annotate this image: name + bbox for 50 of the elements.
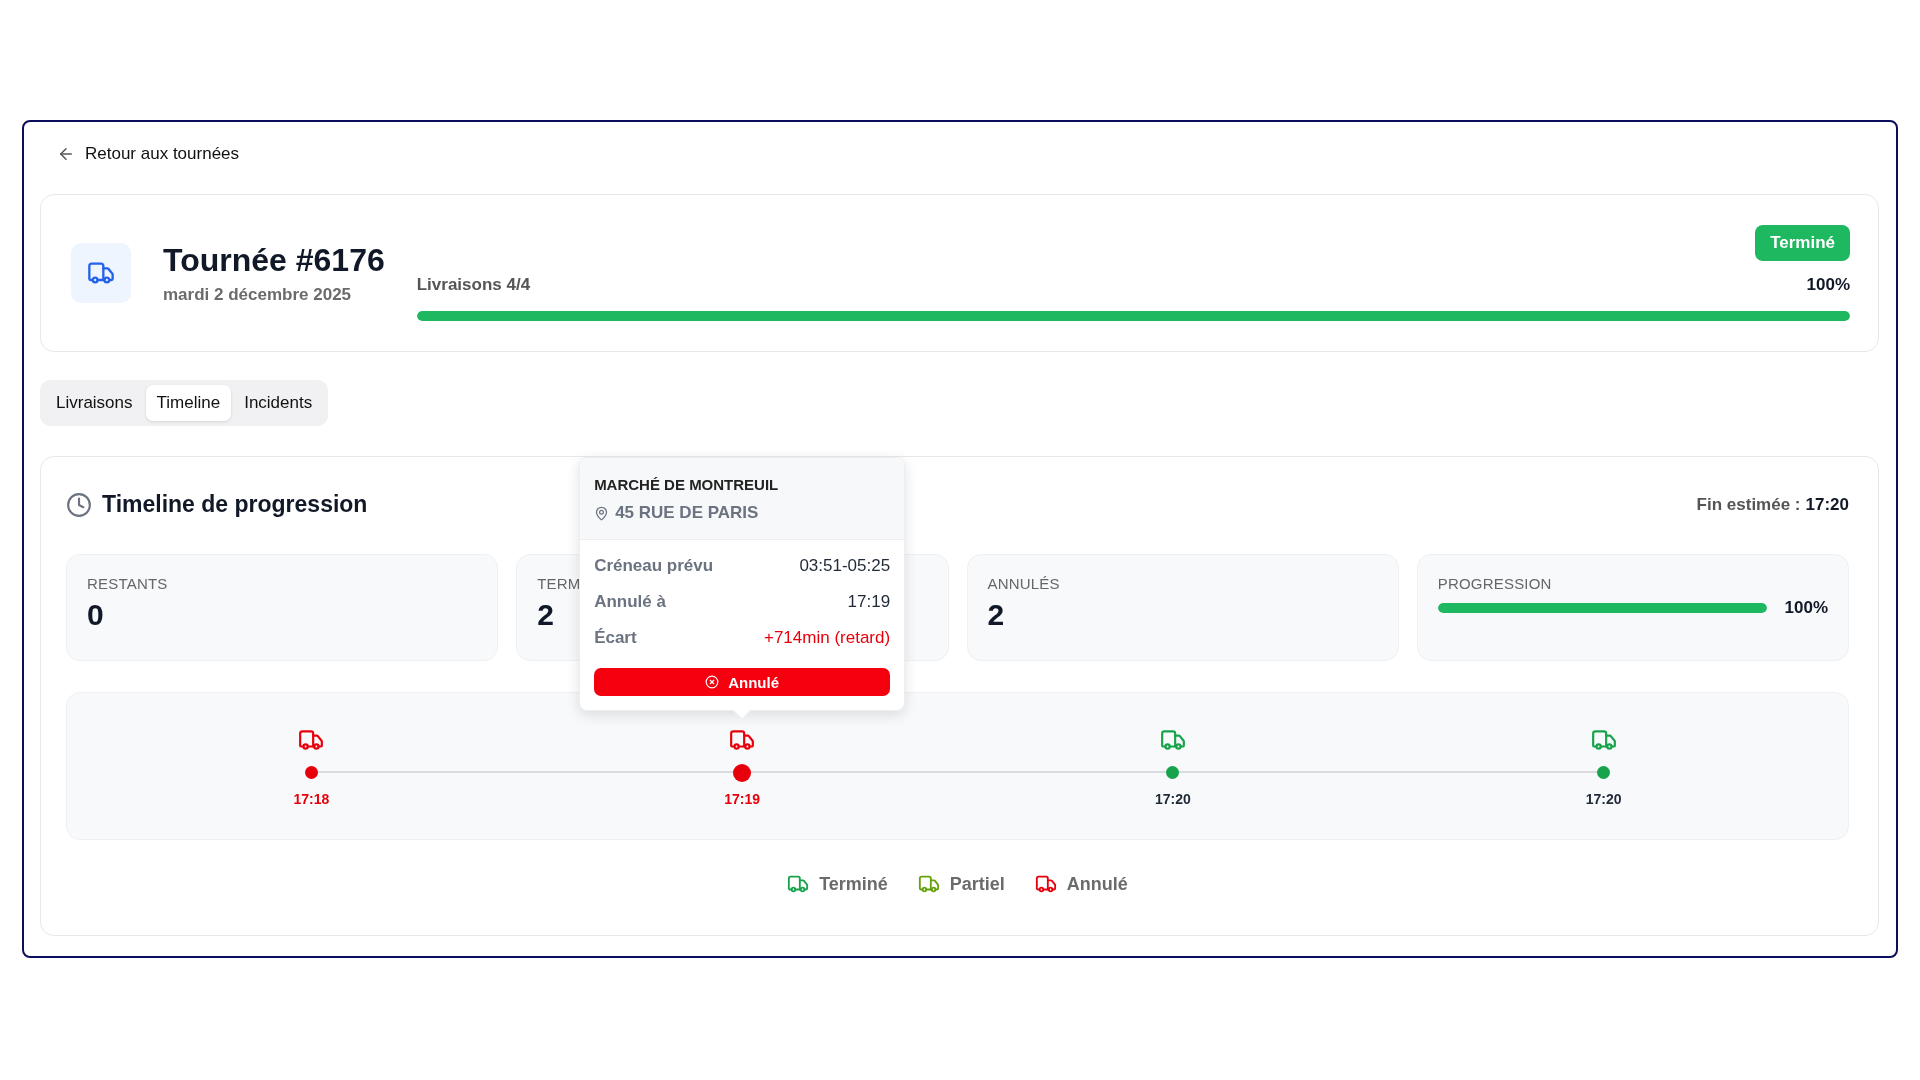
stop-time: 17:19: [724, 791, 761, 807]
progress-percent: 100%: [1784, 598, 1828, 618]
back-link[interactable]: Retour aux tournées: [57, 144, 240, 164]
end-time: 17:20: [1805, 494, 1849, 515]
progress-percent: 100%: [1806, 275, 1850, 295]
clock-icon: [66, 491, 92, 518]
stat-label: PROGRESSION: [1437, 575, 1553, 592]
legend-label: Partiel: [949, 873, 1005, 895]
stop-dot[interactable]: [304, 766, 318, 779]
detail-label: Annulé à: [594, 592, 666, 612]
stop-address: 45 RUE DE PARIS: [615, 503, 759, 523]
stop-time: 17:20: [1585, 791, 1622, 807]
deliveries-label: Livraisons 4/4: [416, 275, 531, 295]
tour-title: Tournée #6176: [163, 241, 385, 279]
stat-value: 2: [537, 598, 554, 631]
detail-value: +714min (retard): [764, 628, 891, 648]
truck-icon: [1590, 727, 1617, 753]
truck-icon: [917, 873, 940, 895]
stop-dot[interactable]: [733, 763, 752, 782]
truck-icon: [298, 727, 325, 753]
stop-time: 17:18: [293, 791, 330, 807]
end-label: Fin estimée :: [1696, 494, 1801, 515]
truck-icon: [1034, 873, 1057, 895]
stop-dot[interactable]: [1166, 766, 1180, 779]
detail-value: 03:51-05:25: [799, 556, 891, 576]
stat-value: 0: [87, 598, 104, 631]
pin-icon: [594, 505, 610, 521]
stop-time: 17:20: [1154, 791, 1191, 807]
tour-date: mardi 2 décembre 2025: [163, 284, 353, 305]
truck-icon: [1159, 727, 1186, 753]
stat-label: TERM: [537, 575, 582, 592]
legend-label: Annulé: [1066, 873, 1128, 895]
truck-icon: [729, 727, 756, 753]
stat-value: 2: [987, 598, 1005, 631]
stat-label: RESTANTS: [87, 575, 169, 592]
detail-value: 17:19: [847, 592, 891, 612]
tab[interactable]: Timeline: [145, 385, 232, 421]
status-badge: Terminé: [1755, 225, 1850, 261]
stop-name: MARCHÉ DE MONTREUIL: [594, 476, 780, 493]
close-circle-icon: [705, 675, 720, 689]
truck-icon: [787, 873, 810, 895]
tab[interactable]: Incidents: [233, 385, 324, 421]
legend-label: Terminé: [819, 873, 888, 895]
section-title: Timeline de progression: [102, 491, 368, 518]
detail-label: Écart: [594, 628, 637, 648]
stat-label: ANNULÉS: [987, 575, 1061, 592]
stop-dot[interactable]: [1597, 766, 1611, 779]
tab[interactable]: Livraisons: [45, 385, 144, 421]
detail-label: Créneau prévu: [594, 556, 714, 576]
status-badge: Annulé: [594, 668, 891, 696]
